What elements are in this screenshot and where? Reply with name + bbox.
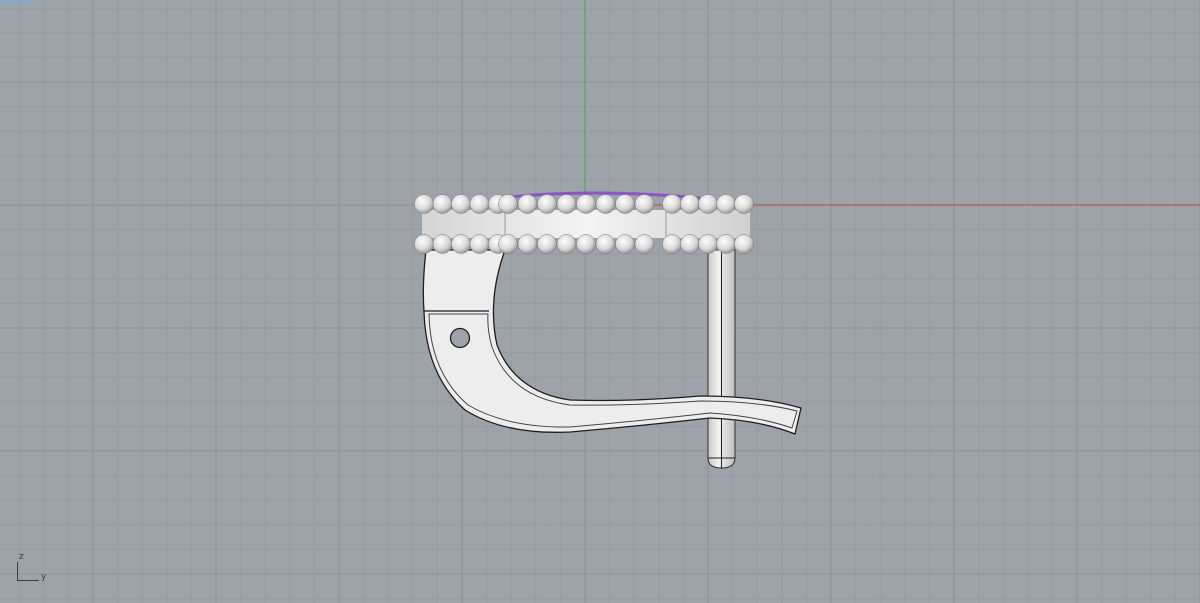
bead xyxy=(698,194,718,214)
bead xyxy=(432,194,453,214)
bead xyxy=(576,234,596,254)
bead xyxy=(698,234,718,254)
bead xyxy=(595,194,616,214)
bead xyxy=(451,234,471,254)
y-axis-label: y xyxy=(41,572,47,582)
bead xyxy=(595,234,616,254)
bead xyxy=(537,194,557,214)
viewport-right[interactable] xyxy=(0,0,1200,603)
bead xyxy=(680,194,700,214)
bead xyxy=(576,194,596,214)
lever-arm xyxy=(422,249,802,435)
bead xyxy=(716,234,736,254)
bead xyxy=(451,194,471,214)
bead xyxy=(734,194,754,214)
bead xyxy=(414,194,434,214)
bead xyxy=(556,234,577,254)
bead xyxy=(432,234,453,254)
ring-band xyxy=(422,210,750,238)
axes-widget: z y xyxy=(17,552,47,582)
bead xyxy=(716,194,736,214)
bead xyxy=(469,194,490,214)
bead xyxy=(414,234,434,254)
bead xyxy=(634,234,655,254)
bead xyxy=(498,234,518,254)
bead xyxy=(615,234,635,254)
bead xyxy=(517,194,538,214)
bead xyxy=(498,194,518,214)
bead xyxy=(734,234,754,254)
bead xyxy=(615,194,635,214)
z-axis-label: z xyxy=(19,552,24,562)
hole xyxy=(449,327,471,349)
z-axis-icon xyxy=(17,562,18,580)
bead xyxy=(634,194,655,214)
bead xyxy=(680,234,700,254)
y-axis-icon xyxy=(17,580,39,581)
bead xyxy=(517,234,538,254)
bead xyxy=(469,234,490,254)
construction-grid xyxy=(0,0,1200,603)
bead xyxy=(662,234,682,254)
bead xyxy=(556,194,577,214)
post-pin xyxy=(707,249,736,469)
bead xyxy=(662,194,682,214)
bead xyxy=(537,234,557,254)
